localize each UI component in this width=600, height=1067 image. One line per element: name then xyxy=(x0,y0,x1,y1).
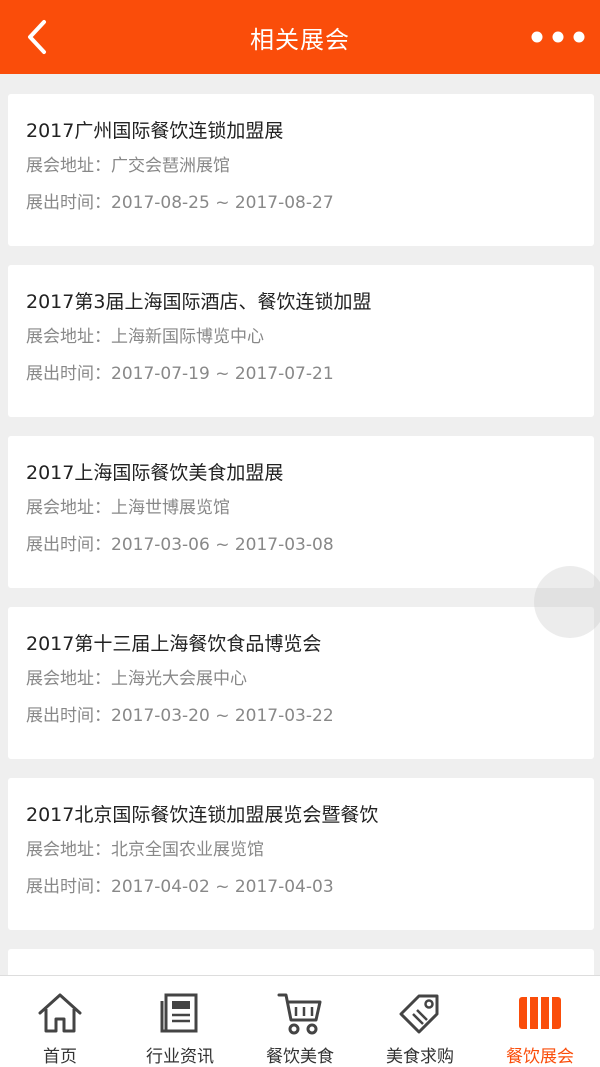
news-icon xyxy=(160,993,198,1033)
exhibition-time: 展出时间：2017-03-20 ~ 2017-03-22 xyxy=(26,706,334,726)
chevron-left-icon xyxy=(28,20,46,54)
tab-label: 首页 xyxy=(43,1047,77,1067)
exhibition-time: 展出时间：2017-07-19 ~ 2017-07-21 xyxy=(26,364,334,384)
back-button[interactable] xyxy=(12,12,62,62)
exhibition-time: 展出时间：2017-08-25 ~ 2017-08-27 xyxy=(26,193,334,213)
exhibition-name: 2017第十三届上海餐饮食品博览会 xyxy=(26,633,322,655)
tab-label: 美食求购 xyxy=(386,1047,454,1067)
exhibition-address: 展会地址：上海新国际博览中心 xyxy=(26,327,264,347)
exhibition-address: 展会地址：上海光大会展中心 xyxy=(26,669,247,689)
tab-food-purchase[interactable]: 美食求购 xyxy=(360,976,480,1067)
tab-label: 餐饮展会 xyxy=(506,1047,574,1067)
exhibition-card[interactable]: 2017第3届上海国际酒店、餐饮连锁加盟 展会地址：上海新国际博览中心 展出时间… xyxy=(8,265,594,417)
tab-home[interactable]: 首页 xyxy=(0,976,120,1067)
exhibition-card[interactable]: 2017上海国际餐饮美食加盟展 展会地址：上海世博展览馆 展出时间：2017-0… xyxy=(8,436,594,588)
tag-icon xyxy=(399,994,439,1034)
exhibition-list: 2017广州国际餐饮连锁加盟展 展会地址：广交会琶洲展馆 展出时间：2017-0… xyxy=(8,94,594,1008)
top-bar: 相关展会 xyxy=(0,0,600,74)
exhibition-time: 展出时间：2017-04-02 ~ 2017-04-03 xyxy=(26,877,334,897)
exhibition-time: 展出时间：2017-03-06 ~ 2017-03-08 xyxy=(26,535,334,555)
bottom-tab-bar: 首页 行业资讯 餐饮美食 美食求购 餐饮展会 xyxy=(0,975,600,1067)
exhibition-card[interactable]: 2017广州国际餐饮连锁加盟展 展会地址：广交会琶洲展馆 展出时间：2017-0… xyxy=(8,94,594,246)
exhibition-address: 展会地址：广交会琶洲展馆 xyxy=(26,156,230,176)
exhibition-name: 2017上海国际餐饮美食加盟展 xyxy=(26,462,284,484)
tab-label: 餐饮美食 xyxy=(266,1047,334,1067)
exhibition-address: 展会地址：北京全国农业展览馆 xyxy=(26,840,264,860)
exhibition-name: 2017第3届上海国际酒店、餐饮连锁加盟 xyxy=(26,291,372,313)
exhibition-icon xyxy=(519,997,561,1029)
page-title: 相关展会 xyxy=(250,25,350,54)
home-icon xyxy=(38,993,82,1033)
tab-exhibitions[interactable]: 餐饮展会 xyxy=(480,976,600,1067)
more-button[interactable] xyxy=(526,12,590,62)
exhibition-address: 展会地址：上海世博展览馆 xyxy=(26,498,230,518)
cart-icon xyxy=(277,993,322,1035)
tab-food[interactable]: 餐饮美食 xyxy=(240,976,360,1067)
exhibition-card[interactable]: 2017第十三届上海餐饮食品博览会 展会地址：上海光大会展中心 展出时间：201… xyxy=(8,607,594,759)
floating-assist-button[interactable] xyxy=(534,566,600,638)
exhibition-card[interactable]: 2017北京国际餐饮连锁加盟展览会暨餐饮 展会地址：北京全国农业展览馆 展出时间… xyxy=(8,778,594,930)
exhibition-name: 2017广州国际餐饮连锁加盟展 xyxy=(26,120,284,142)
tab-label: 行业资讯 xyxy=(146,1047,214,1067)
more-dots-icon xyxy=(531,31,585,43)
tab-industry-news[interactable]: 行业资讯 xyxy=(120,976,240,1067)
exhibition-name: 2017北京国际餐饮连锁加盟展览会暨餐饮 xyxy=(26,804,379,826)
